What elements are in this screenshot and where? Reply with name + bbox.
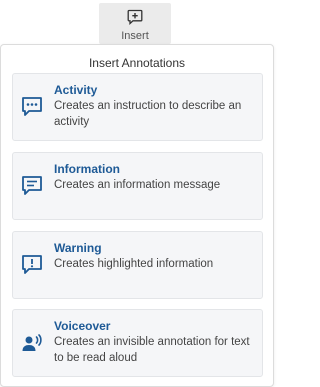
voiceover-description: Creates an invisible annotation for text…	[54, 336, 250, 364]
insert-annotations-panel: Insert Annotations Activity Creates an i…	[0, 44, 274, 387]
information-option[interactable]: Information Creates an information messa…	[12, 152, 263, 220]
insert-button[interactable]: Insert	[99, 3, 171, 44]
warning-option[interactable]: Warning Creates highlighted information	[12, 231, 263, 299]
message-exclamation-icon	[22, 255, 42, 274]
insert-annotations-screen: Insert Insert Annotations Activity Creat…	[0, 0, 274, 387]
information-title: Information	[54, 162, 120, 176]
message-lines-icon	[22, 176, 42, 195]
information-description: Creates an information message	[54, 179, 221, 191]
voiceover-title: Voiceover	[54, 319, 111, 333]
activity-title: Activity	[54, 83, 98, 97]
activity-description: Creates an instruction to describe an ac…	[54, 100, 242, 128]
voice-user-icon	[22, 334, 42, 351]
add-comment-icon	[127, 9, 143, 25]
chat-dots-icon	[22, 97, 42, 116]
voiceover-option[interactable]: Voiceover Creates an invisible annotatio…	[12, 309, 263, 377]
warning-title: Warning	[54, 241, 102, 255]
activity-option[interactable]: Activity Creates an instruction to descr…	[12, 73, 263, 141]
insert-label: Insert	[121, 30, 149, 42]
panel-title: Insert Annotations	[88, 56, 186, 70]
warning-description: Creates highlighted information	[54, 258, 214, 270]
